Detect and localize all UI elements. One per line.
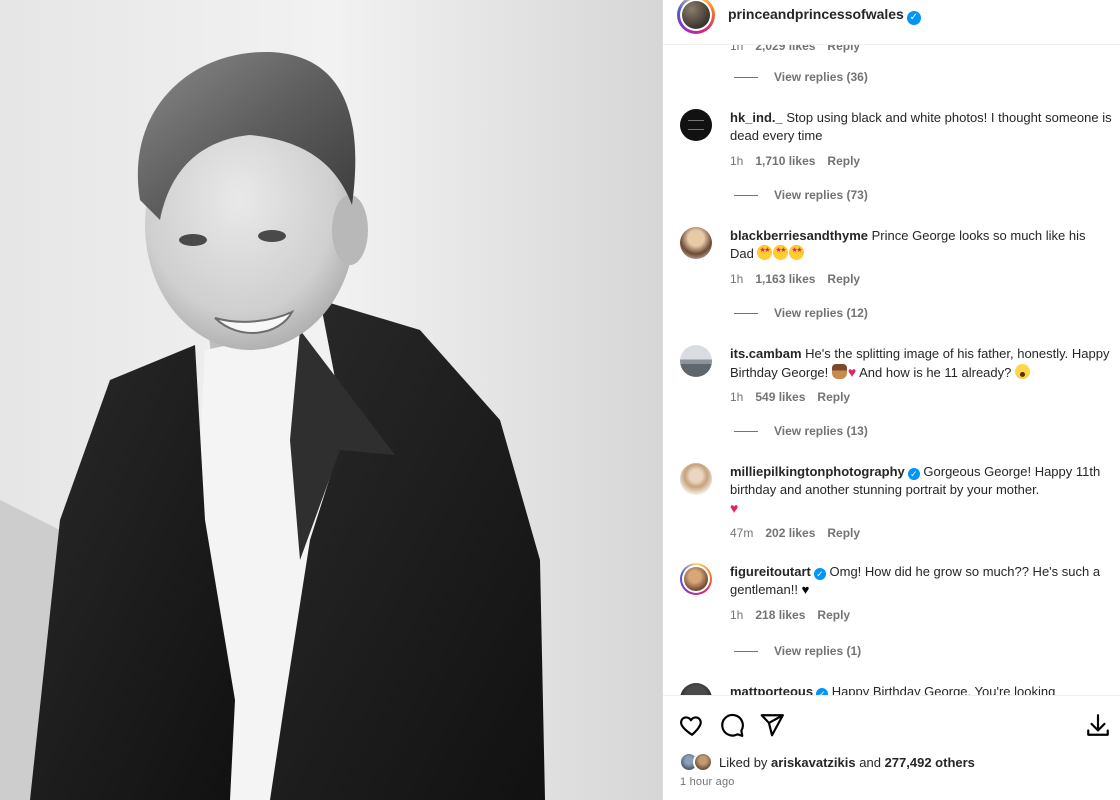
comment-meta: 47m 202 likes Reply [730,526,872,540]
reply-button[interactable]: Reply [817,608,850,622]
red-heart-emoji: ♥ [730,500,739,516]
commenter-username[interactable]: mattporteous [730,684,813,695]
verified-badge-icon: ✓ [816,688,829,695]
red-heart-emoji: ♥ [847,364,857,380]
commenter-avatar[interactable] [680,227,712,259]
comment-icon[interactable] [719,712,745,738]
comment-list[interactable]: 1h 2,029 likes Reply View replies (36) hk_… [663,45,1120,695]
reply-button[interactable]: Reply [817,390,850,404]
comment-time: 1h [730,154,744,168]
heart-icon[interactable] [679,712,705,738]
comment-likes: 2,029 likes [755,45,816,53]
liked-by-and: and [859,754,881,770]
commenter-username[interactable]: its.cambam [730,346,802,361]
reply-button[interactable]: Reply [827,154,860,168]
commenter-username[interactable]: blackberriesandthyme [730,228,868,243]
commenter-username[interactable]: hk_ind._ [730,110,783,125]
comment-time: 1h [730,45,744,53]
comment-time: 1h [730,608,744,622]
comment-time: 1h [730,272,744,286]
comments-panel: princeandprincessofwales ✓ 1h 2,029 likes R… [662,0,1120,800]
view-replies-button[interactable]: View replies (36) [734,70,868,84]
star-struck-emoji [757,245,773,260]
likes-count[interactable]: 277,492 others [885,755,975,770]
commenter-username[interactable]: milliepilkingtonphotography [730,464,905,479]
post-timestamp: 1 hour ago [680,776,735,788]
liked-by-avatars[interactable] [679,752,717,772]
comment-time: 47m [730,526,754,540]
liked-by-prefix: Liked by [719,754,768,770]
birthday-cake-emoji [831,364,847,379]
comment-likes: 549 likes [755,390,806,404]
view-replies-button[interactable]: View replies (12) [734,306,868,320]
commenter-avatar[interactable] [680,683,712,695]
view-replies-button[interactable]: View replies (13) [734,424,868,438]
author-username[interactable]: princeandprincessofwales ✓ [728,6,921,25]
comment-meta: 1h 1,163 likes Reply [730,272,872,286]
verified-badge-icon: ✓ [906,11,921,25]
comment-text: Happy Birthday George. You're looking [831,684,1056,695]
black-heart-emoji: ♥ [801,582,810,597]
reply-button[interactable]: Reply [827,526,860,540]
verified-badge-icon: ✓ [907,468,920,480]
comment-meta: 1h 218 likes Reply [730,608,862,622]
view-replies-button[interactable]: View replies (73) [734,188,868,202]
portrait-image [0,0,662,800]
save-icon[interactable] [1085,712,1111,738]
comment-meta: 1h 549 likes Reply [730,390,862,404]
star-struck-emoji [773,245,789,260]
comment-text-continued: And how is he 11 already? [859,365,1012,380]
author-avatar[interactable] [677,0,715,34]
verified-badge-icon: ✓ [813,568,826,580]
reply-button[interactable]: Reply [827,45,860,53]
comment-likes: 218 likes [755,608,806,622]
commenter-username[interactable]: figureitoutart [730,564,811,579]
star-struck-emoji [789,245,805,260]
comment-time: 1h [730,390,744,404]
liked-by-user[interactable]: ariskavatzikis [771,755,856,770]
comment-likes: 1,163 likes [755,272,816,286]
comment-text: Stop using black and white photos! I tho… [730,110,1112,143]
comment-meta: 1h 2,029 likes Reply [730,45,872,53]
share-icon[interactable] [759,712,785,738]
post-actions: Liked by ariskavatzikis and 277,492 othe… [663,695,1120,800]
post-photo[interactable] [0,0,662,800]
comment-meta: 1h 1,710 likes Reply [730,154,872,168]
liked-by: Liked by ariskavatzikis and 277,492 othe… [679,752,975,772]
commenter-avatar[interactable] [680,563,712,595]
screaming-face-emoji [1015,364,1030,379]
commenter-avatar[interactable] [680,109,712,141]
comment-likes: 202 likes [765,526,816,540]
commenter-avatar[interactable] [680,345,712,377]
comment-likes: 1,710 likes [755,154,816,168]
reply-button[interactable]: Reply [827,272,860,286]
post-header: princeandprincessofwales ✓ [663,0,1120,45]
commenter-avatar[interactable] [680,463,712,495]
view-replies-button[interactable]: View replies (1) [734,644,861,658]
